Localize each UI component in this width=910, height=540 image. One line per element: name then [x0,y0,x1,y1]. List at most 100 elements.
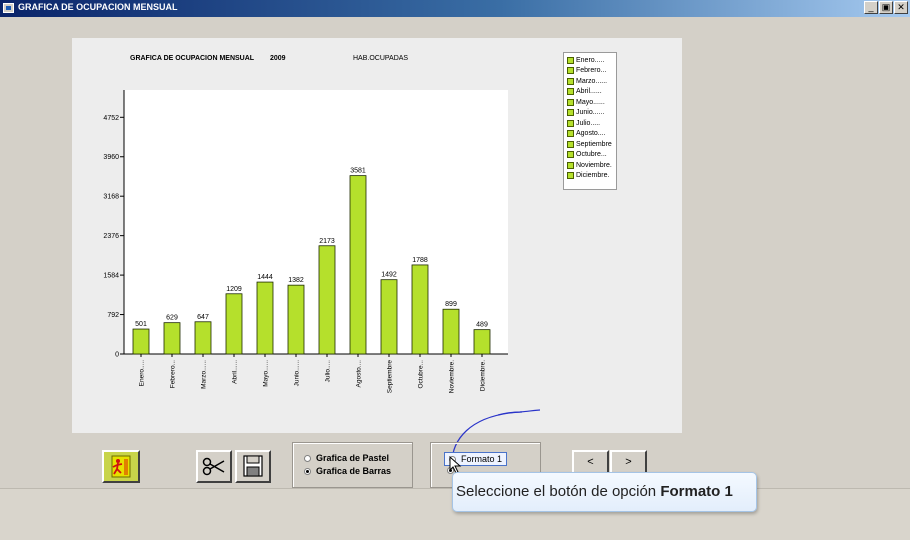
legend-swatch [567,130,574,138]
legend-label: Junio...... [576,109,605,117]
legend-swatch [567,77,574,85]
legend-label: Abril...... [576,88,602,96]
legend-item: Abril...... [567,87,616,98]
data-label: 647 [197,314,209,321]
category-label: Noviembre. [449,360,456,393]
y-tick-label: 792 [107,312,119,319]
data-label: 1382 [288,277,304,284]
legend-swatch [567,140,574,148]
cut-button[interactable] [196,450,232,483]
category-label: Octubre... [418,360,425,389]
y-tick-label: 2376 [103,233,119,240]
bar [349,175,367,355]
bar [132,328,150,355]
data-label: 1444 [257,274,273,281]
scissors-icon [202,457,225,476]
exit-button[interactable] [102,450,140,483]
legend-label: Julio..... [576,119,601,127]
y-tick-label: 3960 [103,154,119,161]
pie-chart-label: Grafica de Pastel [316,453,390,463]
tooltip-bold-text: Formato 1 [660,483,733,500]
data-label: 501 [135,321,147,328]
bar [318,245,336,355]
bar [256,281,274,355]
legend-label: Marzo...... [576,77,608,85]
y-tick-label: 4752 [103,115,119,122]
radio-pie-chart[interactable] [304,454,311,462]
data-label: 1788 [412,257,428,264]
chart-legend: Enero..... Febrero... Marzo...... Abril....… [563,52,617,190]
bar [442,308,460,355]
data-label: 629 [166,315,178,322]
y-tick-label: 0 [115,352,119,359]
legend-swatch [567,151,574,159]
option-pie-chart[interactable]: Grafica de Pastel [304,453,389,463]
data-label: 2173 [319,238,335,245]
legend-swatch [567,67,574,75]
legend-swatch [567,109,574,117]
bar [194,321,212,355]
legend-label: Diciembre. [576,172,610,180]
legend-label: Noviembre. [576,161,612,169]
legend-swatch [567,161,574,169]
data-label: 489 [476,322,488,329]
legend-item: Junio...... [567,108,616,119]
legend-item: Mayo...... [567,97,616,108]
bar [287,284,305,355]
legend-item: Marzo...... [567,76,616,87]
data-label: 899 [445,301,457,308]
category-label: Junio...... [294,360,301,387]
category-label: Enero..... [139,360,146,387]
legend-swatch [567,56,574,64]
legend-item: Enero..... [567,55,616,66]
legend-swatch [567,172,574,180]
legend-swatch [567,98,574,106]
legend-label: Agosto.... [576,130,606,138]
category-label: Abril...... [232,360,239,384]
bar [380,279,398,355]
option-bar-chart[interactable]: Grafica de Barras [304,466,391,476]
series-label: HAB.OCUPADAS [353,55,408,62]
legend-item: Febrero... [567,66,616,77]
bar [411,264,429,355]
legend-swatch [567,119,574,127]
category-label: Julio..... [325,360,332,383]
legend-label: Enero..... [576,56,605,64]
category-label: Febrero... [170,360,177,388]
format-1-label: Formato 1 [461,454,503,464]
category-label: Septiembre [387,360,394,394]
legend-item: Octubre... [567,150,616,161]
legend-label: Febrero... [576,67,607,75]
legend-item: Noviembre. [567,160,616,171]
bar-chart-label: Grafica de Barras [316,466,392,476]
legend-item: Diciembre. [567,171,616,182]
exit-door-icon [111,455,131,478]
legend-swatch [567,88,574,96]
category-label: Mayo...... [263,360,270,387]
legend-label: Octubre... [576,151,607,159]
category-label: Diciembre. [480,360,487,391]
bar [163,322,181,355]
category-label: Agosto.... [356,360,363,388]
floppy-disk-icon [243,455,263,477]
chart-type-group [292,442,413,488]
legend-item: Septiembre [567,139,616,150]
data-label: 1492 [381,272,397,279]
data-label: 1209 [226,286,242,293]
chart-year: 2009 [270,55,286,62]
save-button[interactable] [235,450,271,483]
data-label: 3581 [350,168,366,175]
bar [225,293,243,355]
tooltip-text: Seleccione el botón de opción [456,483,661,500]
bar [473,329,491,355]
legend-item: Julio..... [567,118,616,129]
radio-bar-chart[interactable] [304,467,311,475]
y-tick-label: 3168 [103,194,119,201]
chart-title: GRAFICA DE OCUPACION MENSUAL [130,55,255,62]
category-label: Marzo...... [201,360,208,389]
legend-item: Agosto.... [567,129,616,140]
y-tick-label: 1584 [103,273,119,280]
legend-label: Septiembre [576,140,612,148]
instruction-tooltip: Seleccione el botón de opción Formato 1 [452,472,757,512]
legend-label: Mayo...... [576,98,605,106]
